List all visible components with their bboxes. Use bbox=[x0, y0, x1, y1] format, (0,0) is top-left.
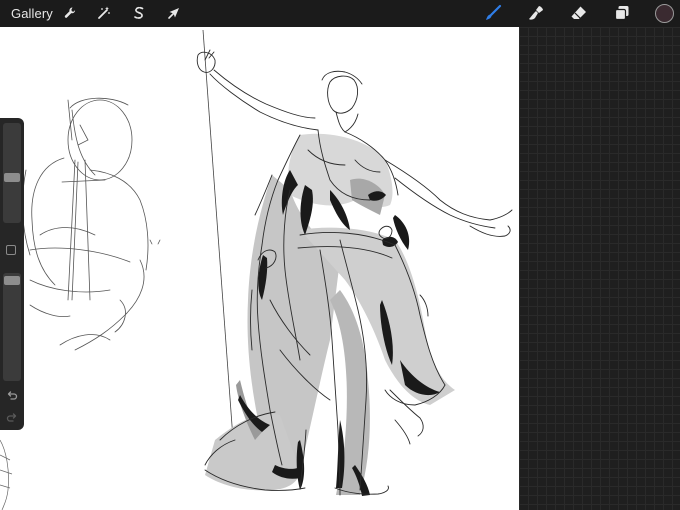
magic-wand-icon[interactable] bbox=[95, 4, 113, 22]
arrow-cursor-icon[interactable] bbox=[165, 4, 183, 22]
gallery-button[interactable]: Gallery bbox=[11, 6, 53, 21]
color-swatch[interactable] bbox=[655, 4, 674, 23]
main-figure-shading bbox=[205, 133, 455, 495]
top-toolbar: Gallery bbox=[0, 0, 680, 27]
opacity-slider[interactable] bbox=[3, 273, 21, 381]
drawing-canvas[interactable] bbox=[0, 27, 519, 510]
sketch-artwork bbox=[0, 29, 513, 510]
left-sidebar bbox=[0, 118, 24, 430]
opacity-thumb[interactable] bbox=[4, 275, 20, 285]
smudge-icon[interactable] bbox=[527, 4, 545, 22]
eraser-icon[interactable] bbox=[570, 4, 588, 22]
brush-icon[interactable] bbox=[484, 4, 502, 22]
modify-button[interactable] bbox=[6, 245, 16, 255]
brush-size-thumb[interactable] bbox=[4, 173, 20, 183]
redo-icon[interactable] bbox=[5, 411, 19, 425]
selection-s-icon[interactable] bbox=[130, 4, 148, 22]
wrench-icon[interactable] bbox=[61, 4, 79, 22]
brush-size-slider[interactable] bbox=[3, 123, 21, 223]
layers-icon[interactable] bbox=[613, 4, 631, 22]
workspace-background bbox=[519, 27, 680, 510]
undo-icon[interactable] bbox=[5, 389, 19, 403]
